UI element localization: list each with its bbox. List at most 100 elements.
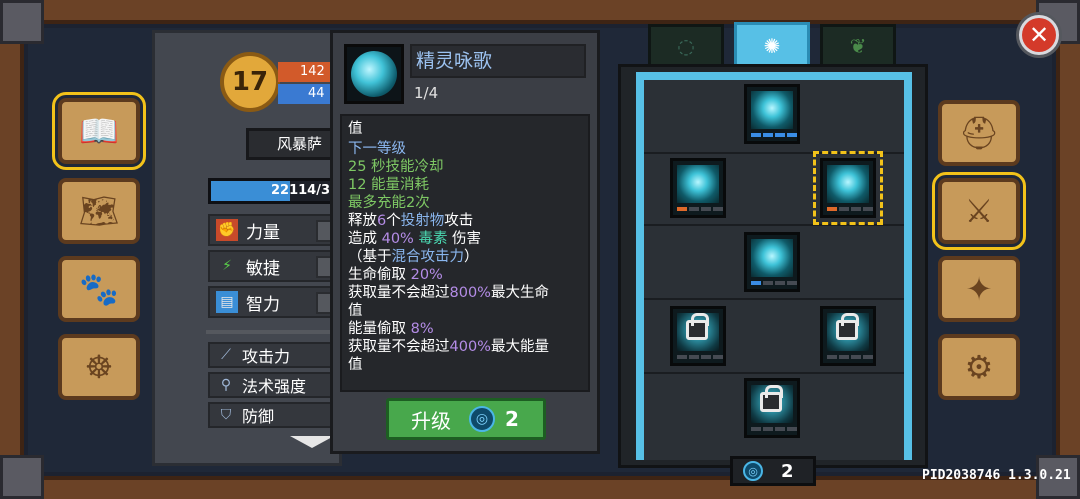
skill-points-value: 2 [781,460,794,482]
version-label: PID2038746 1.3.0.21 [922,468,1071,483]
stat-row-agility: ⚡ 敏捷 [208,250,342,282]
character-name-text: 风暴萨 [277,135,323,153]
mp-bar: 44 [278,84,338,104]
rank-pips [751,427,797,431]
rank-pips [677,207,723,211]
stat-label: 法术强度 [242,377,307,396]
description-segment: 释放 [348,213,377,229]
leaf-icon: ❦ [849,34,867,58]
description-line: 最多充能2次 [348,194,582,212]
stat-label: 攻击力 [242,347,291,366]
nature-icon: ◌ [677,34,695,58]
description-line: 25 秒技能冷却 [348,158,582,176]
skill-art [751,91,793,129]
description-segment: 40% [381,231,414,247]
description-segment: 值 [348,121,363,137]
pets-icon: 🐾 [79,270,119,308]
description-segment: 400% [449,339,491,355]
close-button[interactable]: ✕ [1016,12,1062,58]
description-segment: 20% [410,267,443,283]
description-segment: 最多充能2次 [348,195,430,211]
skill-node[interactable] [744,84,800,144]
description-line: 12 能量消耗 [348,176,582,194]
nav-compass-button[interactable]: ✦ [938,256,1020,322]
description-segment: 获取量不会超过 [348,285,450,301]
nav-skills-button[interactable]: ⚔ [932,172,1026,250]
skill-node-locked[interactable] [670,306,726,366]
skill-art [827,165,869,203]
nav-pets-button[interactable]: 🐾 [58,256,140,322]
skill-description: 值下一等级 25 秒技能冷却 12 能量消耗 最多充能2次 释放6个投射物攻击 造成 40… [340,114,590,392]
strength-icon: ✊ [216,219,238,241]
description-segment: 攻击 [444,213,474,229]
stat-label: 防御 [242,407,275,426]
description-segment: 获取量不会超过 [348,339,450,355]
wood-border-bottom [40,476,1040,499]
nav-wheel-button[interactable]: ☸ [58,334,140,400]
nav-book-button[interactable]: 📖 [52,92,146,170]
nav-helmet-button[interactable]: ⛑ [938,100,1020,166]
description-segment: 下一等级 [348,141,406,157]
rank-pips [751,281,797,285]
description-segment: 值 [348,357,363,373]
lock-icon [760,385,783,412]
level-value: 17 [231,67,269,97]
description-line: 获取量不会超过400%最大能量 [348,338,582,356]
wood-border-left [0,40,24,460]
skill-node-selected[interactable] [813,151,883,225]
tab-leaf[interactable]: ❦ [820,24,896,68]
wand-icon: ⚲ [220,377,232,393]
description-segment: 12 能量消耗 [348,177,430,193]
description-line: 值 [348,302,582,320]
shield-icon: ⛉ [220,407,232,423]
nav-map-button[interactable]: 🗺 [58,178,140,244]
skill-node[interactable] [670,158,726,218]
row-separator [644,224,904,226]
gear-icon: ⚙ [964,348,994,386]
upgrade-button[interactable]: 升级 ◎ 2 [386,398,546,440]
stat-row-spell-power: ⚲ 法术强度 [208,372,342,398]
description-line: 造成 40% 毒素 伤害 [348,230,582,248]
sword-icon: ⟋ [221,347,231,363]
spirit-icon: ✺ [763,34,781,58]
row-separator [644,152,904,154]
description-segment: 造成 [348,231,382,247]
description-line: 释放6个投射物攻击 [348,212,582,230]
stat-label: 智力 [246,294,280,315]
skill-node-locked[interactable] [744,378,800,438]
description-segment: 混合攻击力 [391,249,465,265]
description-segment: 毒素 [413,231,448,247]
description-segment: 个 [386,213,401,229]
stat-row-attack: ⟋ 攻击力 [208,342,342,368]
description-segment: 伤害 [447,231,482,247]
tab-spirit[interactable]: ✺ [734,22,810,70]
description-line: 下一等级 [348,140,582,158]
nav-settings-button[interactable]: ⚙ [938,334,1020,400]
xp-bar: 22114/3 [208,178,342,204]
swirl-icon [351,51,397,97]
description-segment: 800% [449,285,491,301]
intellect-icon: ▤ [216,291,238,313]
upgrade-cost: 2 [505,407,519,431]
description-segment: 25 秒技能冷却 [348,159,444,175]
rank-pips [827,207,873,211]
agility-icon: ⚡ [222,258,232,274]
level-badge: 17 [220,52,280,112]
skill-point-icon: ◎ [743,461,763,481]
description-line: 能量偷取 8% [348,320,582,338]
skill-node[interactable] [744,232,800,292]
row-separator [644,372,904,374]
skill-art [677,165,719,203]
divider [206,330,342,334]
skill-title: 精灵咏歌 [410,44,586,78]
book-icon: 📖 [79,112,119,150]
close-icon: ✕ [1022,18,1056,52]
tab-nature[interactable]: ◌ [648,24,724,68]
lock-icon [686,313,709,340]
skill-node-locked[interactable] [820,306,876,366]
description-segment: 值 [348,303,363,319]
skill-point-icon: ◎ [469,406,495,432]
rank-pips [751,133,797,137]
character-name: 风暴萨 [246,128,342,160]
hp-bar: 142 [278,62,338,82]
